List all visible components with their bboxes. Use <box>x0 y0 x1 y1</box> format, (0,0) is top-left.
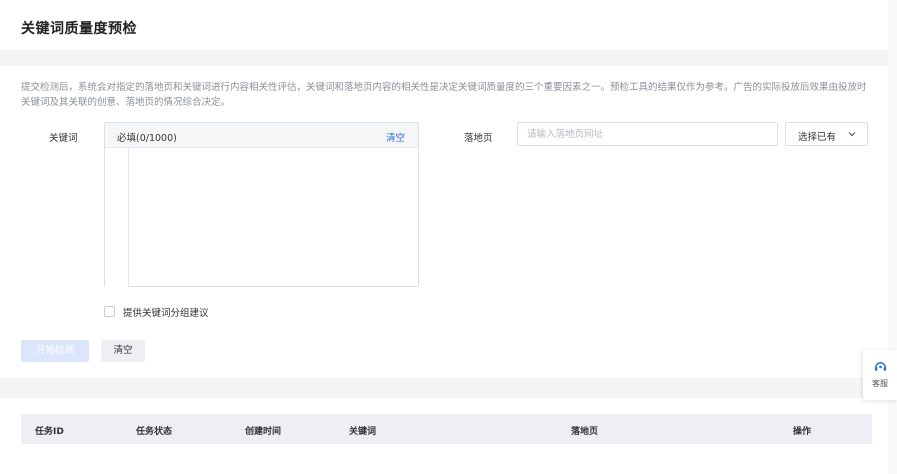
page-title: 关键词质量度预检 <box>21 21 137 37</box>
select-existing-dropdown[interactable]: 选择已有 <box>785 122 868 146</box>
column-header-landing-page: 落地页 <box>571 427 599 437</box>
keyword-required-hint: 必填(0/1000) <box>117 133 177 144</box>
customer-service-label: 客服 <box>872 379 888 388</box>
group-suggestion-label: 提供关键词分组建议 <box>123 308 209 319</box>
line-number-gutter <box>105 148 129 287</box>
group-suggestion-checkbox[interactable] <box>104 306 115 317</box>
column-header-actions: 操作 <box>793 427 812 437</box>
chevron-down-icon <box>848 132 856 137</box>
column-header-task-id: 任务ID <box>35 427 64 437</box>
title-bar: 关键词质量度预检 <box>0 0 888 50</box>
clear-button[interactable]: 清空 <box>101 340 145 362</box>
section-divider-2 <box>0 378 888 398</box>
column-header-created-time: 创建时间 <box>245 427 282 437</box>
keyword-clear-link[interactable]: 清空 <box>386 130 405 144</box>
section-divider <box>0 50 888 66</box>
landing-page-label: 落地页 <box>464 133 493 144</box>
start-check-button[interactable]: 开始检测 <box>21 340 89 362</box>
column-header-keyword: 关键词 <box>349 427 377 437</box>
landing-page-input[interactable] <box>517 122 778 146</box>
keyword-editor-header: 必填(0/1000) 清空 <box>105 123 418 148</box>
description-text: 提交检测后，系统会对指定的落地页和关键词进行内容相关性评估，关键词和落地页内容的… <box>21 82 867 108</box>
task-table-header: 任务ID 任务状态 创建时间 关键词 落地页 操作 <box>21 414 872 444</box>
customer-service-icon <box>874 362 887 371</box>
column-header-task-status: 任务状态 <box>136 427 173 437</box>
keyword-label: 关键词 <box>49 133 78 144</box>
window-edge <box>888 0 897 474</box>
keyword-editor[interactable]: 必填(0/1000) 清空 <box>104 122 419 287</box>
customer-service-widget[interactable]: 客服 <box>863 350 897 400</box>
select-existing-label: 选择已有 <box>798 132 837 143</box>
